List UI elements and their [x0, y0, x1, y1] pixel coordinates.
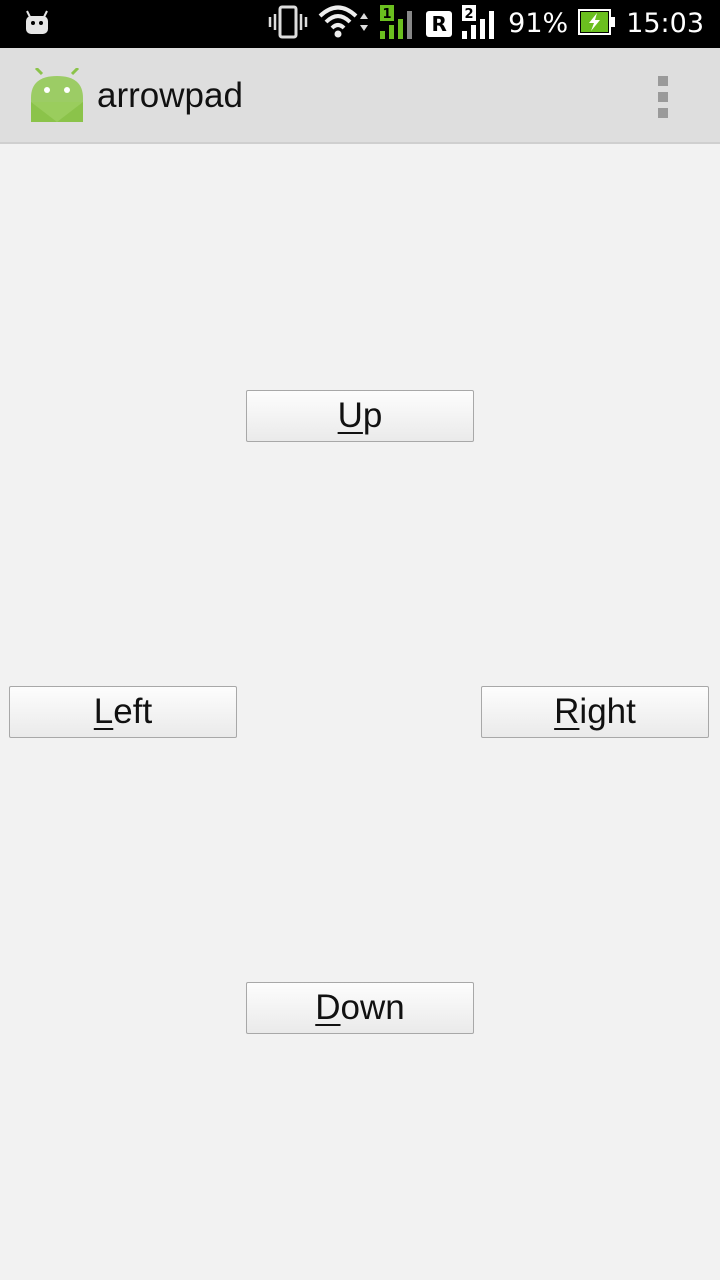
up-label-rest: p — [362, 396, 383, 435]
clock: 15:03 — [626, 8, 704, 39]
app-title: arrowpad — [97, 76, 243, 115]
left-button[interactable]: Left — [9, 686, 237, 738]
battery-percent: 91% — [508, 8, 569, 39]
sim2-signal-icon: 2 — [462, 5, 498, 43]
wifi-icon — [318, 5, 370, 43]
up-button[interactable]: Up — [246, 390, 474, 442]
svg-text:2: 2 — [465, 7, 474, 22]
android-debug-icon — [24, 10, 50, 36]
sim1-signal-icon: 1 — [380, 5, 416, 43]
right-button[interactable]: Right — [481, 686, 709, 738]
left-mnemonic: L — [93, 692, 114, 731]
up-mnemonic: U — [337, 396, 363, 435]
overflow-menu-icon[interactable] — [650, 72, 678, 118]
overflow-dot — [658, 76, 668, 86]
roaming-icon: R — [426, 11, 453, 37]
svg-text:1: 1 — [383, 7, 392, 22]
down-mnemonic: D — [315, 988, 341, 1027]
status-icons: 1 R 2 91% 15:03 — [268, 0, 704, 48]
overflow-dot — [658, 92, 668, 102]
android-app-icon — [28, 66, 86, 124]
action-bar: arrowpad — [0, 48, 720, 144]
vibrate-icon — [268, 5, 308, 43]
right-label-rest: ight — [579, 692, 636, 731]
battery-charging-icon — [578, 8, 616, 40]
right-mnemonic: R — [554, 692, 580, 731]
down-button[interactable]: Down — [246, 982, 474, 1034]
down-label-rest: own — [340, 988, 405, 1027]
overflow-dot — [658, 108, 668, 118]
left-label-rest: eft — [113, 692, 153, 731]
status-bar: 1 R 2 91% 15:03 — [0, 0, 720, 48]
